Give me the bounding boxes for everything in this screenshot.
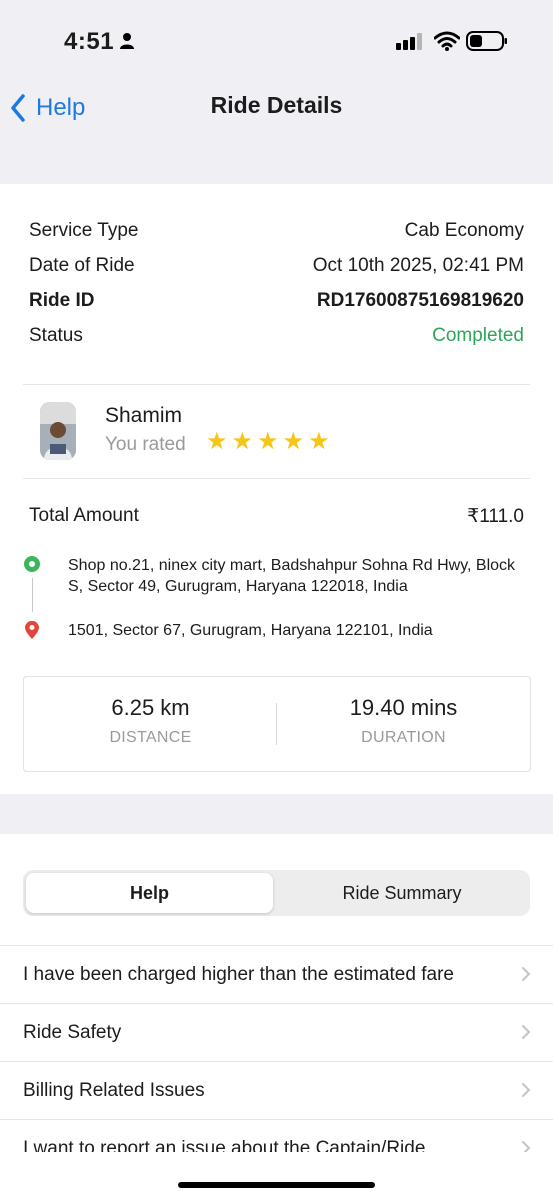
star-icon: ★ xyxy=(257,428,279,455)
help-item-label: Billing Related Issues xyxy=(23,1080,205,1101)
driver-avatar xyxy=(40,402,76,460)
ride-details-card: Service Type Cab Economy Date of Ride Oc… xyxy=(0,184,553,794)
ride-id-value[interactable]: RD17600875169819620 xyxy=(317,290,524,312)
navigation-bar: Help Ride Details xyxy=(0,80,553,184)
trip-stats: 6.25 km DISTANCE 19.40 mins DURATION xyxy=(23,676,531,772)
chevron-right-icon xyxy=(522,1083,531,1097)
help-item-higher-fare[interactable]: I have been charged higher than the esti… xyxy=(0,945,553,1004)
tab-switcher: Help Ride Summary xyxy=(23,870,530,916)
help-item-billing[interactable]: Billing Related Issues xyxy=(0,1061,553,1120)
ride-id-label: Ride ID xyxy=(29,290,95,311)
ride-id-row: Ride ID RD17600875169819620 xyxy=(29,290,524,312)
you-rated-label: You rated xyxy=(105,434,186,455)
rating-stars: ★ ★ ★ ★ ★ xyxy=(206,429,330,455)
cellular-signal-icon xyxy=(396,33,422,50)
page-title: Ride Details xyxy=(210,92,343,118)
distance-label: DISTANCE xyxy=(109,729,192,746)
drop-location-pin-icon xyxy=(25,621,39,639)
drop-address: 1501, Sector 67, Gurugram, Haryana 12210… xyxy=(68,622,433,639)
pickup-location-icon xyxy=(24,556,40,572)
duration-stat: 19.40 mins DURATION xyxy=(277,695,530,747)
section-gap xyxy=(0,794,553,834)
battery-icon xyxy=(466,31,507,51)
total-amount-row: Total Amount ₹111.0 xyxy=(29,505,524,528)
driver-name: Shamim xyxy=(105,404,183,427)
help-item-label: Ride Safety xyxy=(23,1022,122,1043)
star-icon: ★ xyxy=(231,428,254,455)
divider xyxy=(23,384,530,385)
distance-stat: 6.25 km DISTANCE xyxy=(24,695,277,747)
status-bar: 4:51 xyxy=(0,0,553,80)
status-time: 4:51 xyxy=(64,28,115,55)
status-label: Status xyxy=(29,325,83,346)
distance-value: 6.25 km xyxy=(111,695,190,720)
tab-help[interactable]: Help xyxy=(26,873,273,913)
status-row: Status Completed xyxy=(29,325,524,347)
bottom-safe-area xyxy=(0,1152,553,1200)
date-row: Date of Ride Oct 10th 2025, 02:41 PM xyxy=(29,255,524,277)
chevron-right-icon xyxy=(522,967,531,981)
route-connector xyxy=(32,578,33,612)
star-icon: ★ xyxy=(282,428,305,455)
status-value: Completed xyxy=(432,325,524,346)
home-indicator[interactable] xyxy=(178,1182,375,1188)
total-amount-value: ₹111.0 xyxy=(467,506,524,527)
star-icon: ★ xyxy=(308,428,330,455)
driver-photo xyxy=(40,402,76,460)
service-type-label: Service Type xyxy=(29,220,139,241)
divider xyxy=(23,478,530,479)
help-item-ride-safety[interactable]: Ride Safety xyxy=(0,1003,553,1062)
help-item-label: I have been charged higher than the esti… xyxy=(23,964,454,985)
tab-ride-summary[interactable]: Ride Summary xyxy=(277,873,527,913)
duration-label: DURATION xyxy=(361,729,446,746)
pickup-address: Shop no.21, ninex city mart, Badshahpur … xyxy=(68,557,516,595)
person-icon xyxy=(120,33,134,49)
service-type-row: Service Type Cab Economy xyxy=(29,220,524,242)
date-label: Date of Ride xyxy=(29,255,135,276)
duration-value: 19.40 mins xyxy=(349,695,458,720)
star-icon: ★ xyxy=(206,428,228,455)
wifi-icon xyxy=(434,31,460,51)
date-value: Oct 10th 2025, 02:41 PM xyxy=(312,255,524,276)
service-type-value: Cab Economy xyxy=(404,220,524,241)
chevron-right-icon xyxy=(522,1025,531,1039)
total-amount-label: Total Amount xyxy=(29,505,139,526)
